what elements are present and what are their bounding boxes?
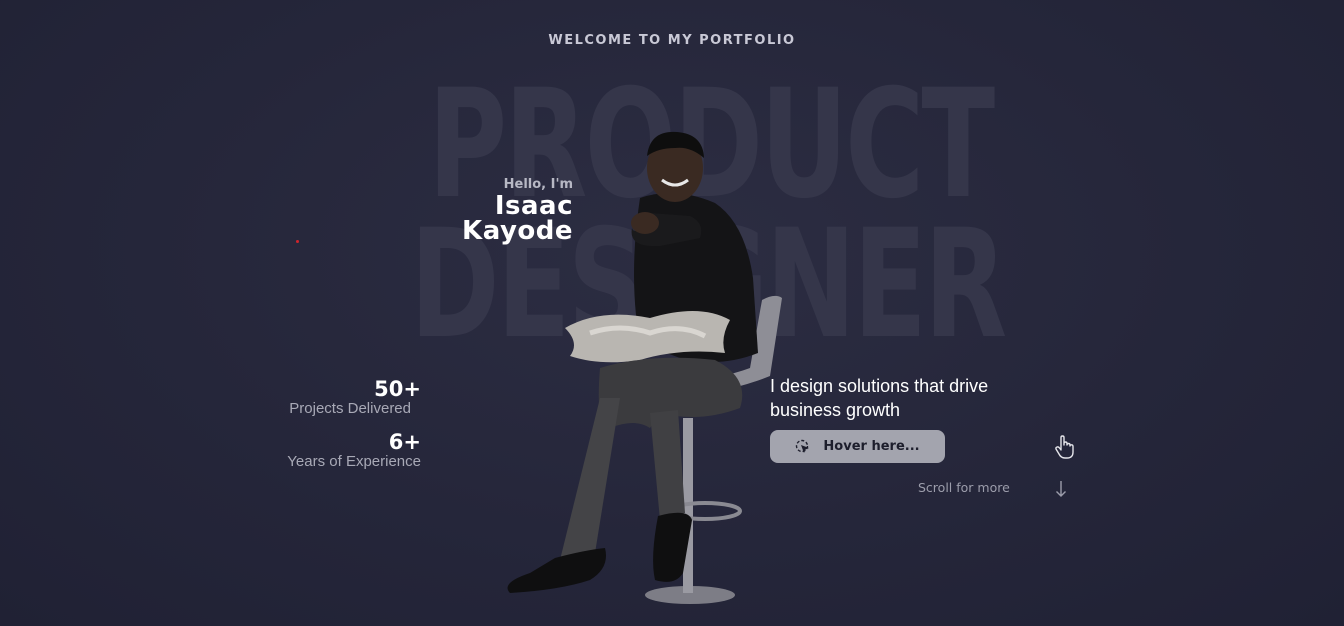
stat-value: 50+ <box>374 377 421 401</box>
arrow-down-icon <box>1056 481 1066 497</box>
stat-experience: 6+ Years of Experience <box>287 431 421 471</box>
accent-dot <box>296 240 299 243</box>
portrait-photo <box>507 131 782 604</box>
stat-value: 6+ <box>388 430 421 454</box>
welcome-heading: WELCOME TO MY PORTFOLIO <box>548 33 796 48</box>
hover-here-button[interactable]: Hover here... <box>770 430 945 463</box>
cursor-click-icon <box>796 439 810 453</box>
stat-label: Projects Delivered <box>289 400 411 417</box>
hover-button-label: Hover here... <box>823 439 920 454</box>
stat-projects: 50+ Projects Delivered <box>289 378 421 418</box>
tagline: I design solutions that drive business g… <box>770 376 989 420</box>
hero-section: WELCOME TO MY PORTFOLIO PRODUCT DESIGNER… <box>0 0 1344 626</box>
stat-label: Years of Experience <box>287 453 421 470</box>
scroll-for-more-link[interactable]: Scroll for more <box>918 480 1010 495</box>
hand-pointer-icon <box>1055 435 1074 459</box>
